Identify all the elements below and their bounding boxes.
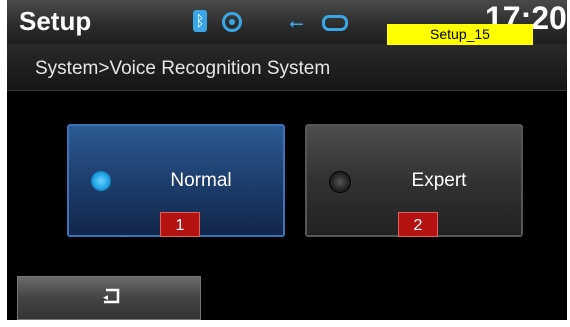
breadcrumb-bar: System>Voice Recognition System: [7, 44, 567, 91]
disc-icon: [222, 12, 242, 32]
screen-id-tag: Setup_15: [387, 24, 533, 45]
usb-icon: ⭠: [289, 13, 304, 34]
callout-marker-2: 2: [398, 212, 438, 237]
head-unit-screen: Setup ᛒ ⭠ 17:20 System>Voice Recognition…: [7, 0, 567, 320]
back-button[interactable]: [17, 276, 201, 320]
radio-selected-icon: [91, 171, 111, 191]
normal-mode-label: Normal: [170, 170, 232, 191]
radio-unselected-icon: [329, 171, 351, 193]
ipod-icon: [322, 15, 348, 31]
back-arrow-icon: [103, 288, 120, 304]
callout-marker-1: 1: [160, 212, 200, 237]
breadcrumb: System>Voice Recognition System: [35, 58, 331, 79]
bluetooth-icon: ᛒ: [193, 10, 207, 32]
expert-mode-label: Expert: [411, 170, 467, 191]
page-title: Setup: [19, 6, 92, 36]
